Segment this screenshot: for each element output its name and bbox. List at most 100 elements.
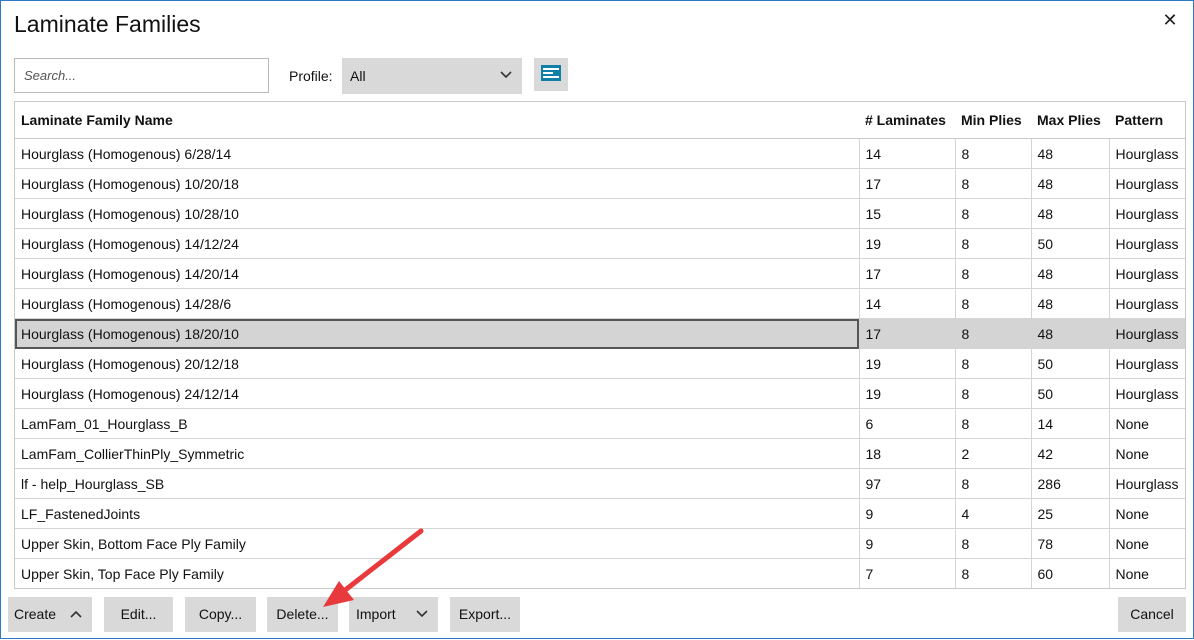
cell-family-name: Upper Skin, Top Face Ply Family	[15, 558, 860, 588]
cell-max-plies: 25	[1031, 498, 1110, 529]
header-pattern[interactable]: Pattern	[1109, 102, 1185, 139]
cell-min-plies: 8	[955, 228, 1032, 259]
profile-label: Profile:	[289, 68, 333, 84]
cell-min-plies: 8	[955, 258, 1032, 289]
copy-button[interactable]: Copy...	[185, 597, 256, 632]
cell-min-plies: 2	[955, 438, 1032, 469]
cell-max-plies: 50	[1031, 228, 1110, 259]
cell-pattern: Hourglass	[1109, 378, 1185, 409]
cell-min-plies: 8	[955, 378, 1032, 409]
cell-pattern: None	[1109, 558, 1185, 588]
table-row[interactable]: Hourglass (Homogenous) 14/20/14 17 8 48 Hour…	[15, 258, 1185, 289]
cell-min-plies: 8	[955, 318, 1032, 349]
table-row[interactable]: Upper Skin, Bottom Face Ply Family 9 8 78 No…	[15, 528, 1185, 559]
cell-max-plies: 78	[1031, 528, 1110, 559]
cell-laminates: 18	[859, 438, 956, 469]
cell-laminates: 14	[859, 138, 956, 169]
close-icon[interactable]: ✕	[1161, 11, 1179, 29]
cancel-button[interactable]: Cancel	[1118, 597, 1186, 632]
cell-pattern: None	[1109, 408, 1185, 439]
cell-max-plies: 60	[1031, 558, 1110, 588]
cell-max-plies: 48	[1031, 168, 1110, 199]
cell-family-name: Hourglass (Homogenous) 10/20/18	[15, 168, 860, 199]
table-row[interactable]: Hourglass (Homogenous) 6/28/14 14 8 48 Hourg…	[15, 138, 1185, 169]
cell-pattern: Hourglass	[1109, 138, 1185, 169]
export-button[interactable]: Export...	[450, 597, 520, 632]
cell-family-name: lf - help_Hourglass_SB	[15, 468, 860, 499]
table-row[interactable]: Hourglass (Homogenous) 14/12/24 19 8 50 Hour…	[15, 228, 1185, 259]
cell-family-name: Hourglass (Homogenous) 24/12/14	[15, 378, 860, 409]
table-row[interactable]: LamFam_CollierThinPly_Symmetric 18 2 42 None	[15, 438, 1185, 469]
table-row[interactable]: Hourglass (Homogenous) 10/20/18 17 8 48 Hour…	[15, 168, 1185, 199]
cell-family-name: Hourglass (Homogenous) 14/12/24	[15, 228, 860, 259]
edit-button[interactable]: Edit...	[104, 597, 173, 632]
table-row[interactable]: Hourglass (Homogenous) 24/12/14 19 8 50 Hour…	[15, 378, 1185, 409]
cell-family-name: Hourglass (Homogenous) 10/28/10	[15, 198, 860, 229]
table-row[interactable]: lf - help_Hourglass_SB 97 8 286 Hourglass	[15, 468, 1185, 499]
cell-min-plies: 8	[955, 348, 1032, 379]
cell-family-name: Hourglass (Homogenous) 20/12/18	[15, 348, 860, 379]
cell-min-plies: 4	[955, 498, 1032, 529]
cell-min-plies: 8	[955, 408, 1032, 439]
create-button[interactable]: Create	[8, 597, 92, 632]
header-max-plies[interactable]: Max Plies	[1031, 102, 1109, 139]
table-row[interactable]: Hourglass (Homogenous) 10/28/10 15 8 48 Hour…	[15, 198, 1185, 229]
column-chooser-button[interactable]	[534, 58, 568, 91]
cell-laminates: 9	[859, 498, 956, 529]
cell-laminates: 7	[859, 558, 956, 588]
cell-family-name: Hourglass (Homogenous) 18/20/10	[15, 318, 860, 349]
profile-selected-value: All	[350, 68, 366, 84]
header-laminates[interactable]: # Laminates	[859, 102, 955, 139]
cell-laminates: 97	[859, 468, 956, 499]
cell-min-plies: 8	[955, 528, 1032, 559]
chevron-up-icon	[70, 610, 82, 618]
cell-max-plies: 50	[1031, 378, 1110, 409]
cell-max-plies: 48	[1031, 138, 1110, 169]
cell-laminates: 17	[859, 168, 956, 199]
cell-family-name: LamFam_01_Hourglass_B	[15, 408, 860, 439]
cell-max-plies: 48	[1031, 198, 1110, 229]
import-button[interactable]: Import	[349, 597, 438, 632]
table-row[interactable]: Hourglass (Homogenous) 18/20/10 17 8 48 Hour…	[15, 318, 1185, 349]
chevron-down-icon	[416, 610, 428, 618]
cell-min-plies: 8	[955, 198, 1032, 229]
table-header-row: Laminate Family Name # Laminates Min Pli…	[15, 102, 1185, 139]
cell-min-plies: 8	[955, 468, 1032, 499]
cell-max-plies: 42	[1031, 438, 1110, 469]
cell-pattern: None	[1109, 438, 1185, 469]
cell-laminates: 14	[859, 288, 956, 319]
table-row[interactable]: Hourglass (Homogenous) 20/12/18 19 8 50 Hour…	[15, 348, 1185, 379]
table-row[interactable]: LF_FastenedJoints 9 4 25 None	[15, 498, 1185, 529]
cell-pattern: Hourglass	[1109, 318, 1185, 349]
cell-min-plies: 8	[955, 558, 1032, 588]
cell-family-name: Upper Skin, Bottom Face Ply Family	[15, 528, 860, 559]
search-input[interactable]	[14, 58, 269, 93]
profile-dropdown[interactable]: All	[342, 58, 522, 94]
cell-pattern: Hourglass	[1109, 468, 1185, 499]
cell-family-name: Hourglass (Homogenous) 14/28/6	[15, 288, 860, 319]
chevron-down-icon	[500, 71, 512, 79]
table-row[interactable]: LamFam_01_Hourglass_B 6 8 14 None	[15, 408, 1185, 439]
cell-pattern: Hourglass	[1109, 168, 1185, 199]
cell-family-name: Hourglass (Homogenous) 6/28/14	[15, 138, 860, 169]
cell-pattern: Hourglass	[1109, 198, 1185, 229]
import-label: Import	[356, 606, 396, 622]
header-family-name[interactable]: Laminate Family Name	[15, 102, 859, 139]
table-row[interactable]: Hourglass (Homogenous) 14/28/6 14 8 48 Hourg…	[15, 288, 1185, 319]
cell-pattern: Hourglass	[1109, 228, 1185, 259]
cell-family-name: LamFam_CollierThinPly_Symmetric	[15, 438, 860, 469]
cell-laminates: 17	[859, 318, 956, 349]
cell-pattern: None	[1109, 528, 1185, 559]
cell-min-plies: 8	[955, 138, 1032, 169]
cell-laminates: 15	[859, 198, 956, 229]
cell-laminates: 19	[859, 348, 956, 379]
create-label: Create	[14, 606, 57, 622]
cell-laminates: 17	[859, 258, 956, 289]
table-row[interactable]: Upper Skin, Top Face Ply Family 7 8 60 None	[15, 558, 1185, 588]
cell-laminates: 9	[859, 528, 956, 559]
cell-laminates: 6	[859, 408, 956, 439]
delete-button[interactable]: Delete...	[267, 597, 338, 632]
header-min-plies[interactable]: Min Plies	[955, 102, 1031, 139]
cell-laminates: 19	[859, 228, 956, 259]
cell-pattern: Hourglass	[1109, 348, 1185, 379]
